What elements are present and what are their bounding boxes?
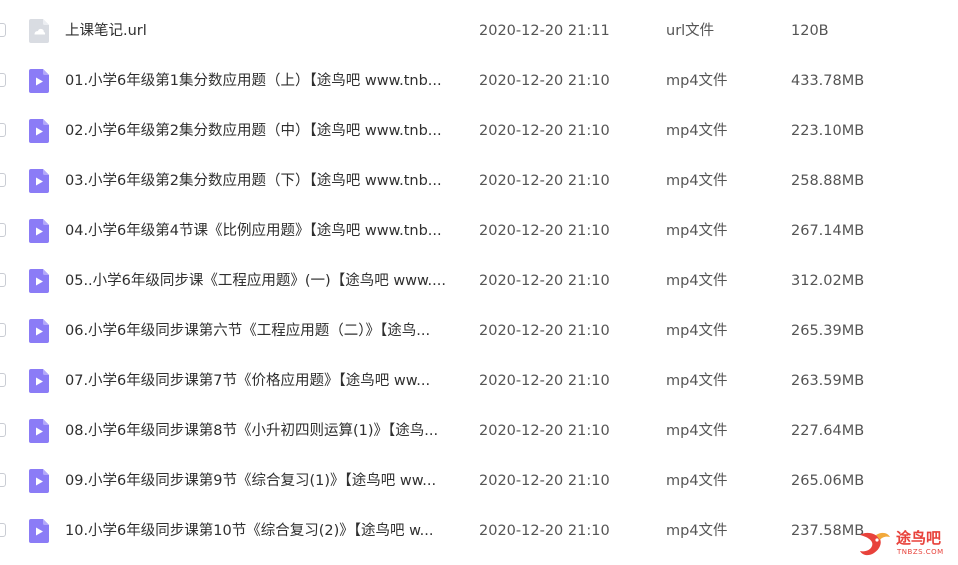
file-size: 258.88MB xyxy=(791,173,865,189)
file-row[interactable]: 01.小学6年级第1集分数应用题（上）【途鸟吧 www.tnb... 2020-1… xyxy=(0,56,958,106)
video-file-icon xyxy=(29,119,49,143)
file-name[interactable]: 08.小学6年级同步课第8节《小升初四则运算(1)》【途鸟... xyxy=(65,421,465,441)
file-row[interactable]: 08.小学6年级同步课第8节《小升初四则运算(1)》【途鸟... 2020-12-… xyxy=(0,406,958,456)
file-name[interactable]: 01.小学6年级第1集分数应用题（上）【途鸟吧 www.tnb... xyxy=(65,71,465,91)
file-modified-date: 2020-12-20 21:10 xyxy=(479,73,610,89)
file-name[interactable]: 上课笔记.url xyxy=(65,21,465,41)
file-modified-date: 2020-12-20 21:10 xyxy=(479,523,610,539)
file-type: mp4文件 xyxy=(666,473,728,489)
video-file-icon xyxy=(29,219,49,243)
file-size: 265.39MB xyxy=(791,323,865,339)
file-type: mp4文件 xyxy=(666,273,728,289)
row-checkbox[interactable] xyxy=(0,173,6,187)
file-row[interactable]: 06.小学6年级同步课第六节《工程应用题（二）》【途鸟... 2020-12-20… xyxy=(0,306,958,356)
file-size: 267.14MB xyxy=(791,223,865,239)
row-checkbox[interactable] xyxy=(0,223,6,237)
file-name[interactable]: 07.小学6年级同步课第7节《价格应用题》【途鸟吧 ww... xyxy=(65,371,465,391)
file-modified-date: 2020-12-20 21:10 xyxy=(479,473,610,489)
file-name[interactable]: 05..小学6年级同步课《工程应用题》(一)【途鸟吧 www.... xyxy=(65,271,465,291)
file-type: url文件 xyxy=(666,23,715,39)
file-name[interactable]: 10.小学6年级同步课第10节《综合复习(2)》【途鸟吧 w... xyxy=(65,521,465,541)
file-row[interactable]: 03.小学6年级第2集分数应用题（下）【途鸟吧 www.tnb... 2020-1… xyxy=(0,156,958,206)
video-file-icon xyxy=(29,169,49,193)
file-row[interactable]: 10.小学6年级同步课第10节《综合复习(2)》【途鸟吧 w... 2020-12… xyxy=(0,506,958,556)
file-type: mp4文件 xyxy=(666,123,728,139)
video-file-icon xyxy=(29,519,49,543)
row-checkbox[interactable] xyxy=(0,123,6,137)
file-size: 237.58MB xyxy=(791,523,865,539)
row-checkbox[interactable] xyxy=(0,323,6,337)
file-size: 120B xyxy=(791,23,829,39)
file-size: 265.06MB xyxy=(791,473,865,489)
file-row[interactable]: 上课笔记.url 2020-12-20 21:11 url文件 120B xyxy=(0,6,958,56)
file-type: mp4文件 xyxy=(666,173,728,189)
file-row[interactable]: 07.小学6年级同步课第7节《价格应用题》【途鸟吧 ww... 2020-12-2… xyxy=(0,356,958,406)
file-type: mp4文件 xyxy=(666,73,728,89)
file-modified-date: 2020-12-20 21:10 xyxy=(479,423,610,439)
file-modified-date: 2020-12-20 21:11 xyxy=(479,23,610,39)
video-file-icon xyxy=(29,469,49,493)
file-name[interactable]: 06.小学6年级同步课第六节《工程应用题（二）》【途鸟... xyxy=(65,321,465,341)
file-name[interactable]: 04.小学6年级第4节课《比例应用题》【途鸟吧 www.tnb... xyxy=(65,221,465,241)
file-size: 227.64MB xyxy=(791,423,865,439)
video-file-icon xyxy=(29,69,49,93)
file-modified-date: 2020-12-20 21:10 xyxy=(479,323,610,339)
file-type: mp4文件 xyxy=(666,423,728,439)
row-checkbox[interactable] xyxy=(0,73,6,87)
file-type: mp4文件 xyxy=(666,323,728,339)
row-checkbox[interactable] xyxy=(0,23,6,37)
file-name[interactable]: 03.小学6年级第2集分数应用题（下）【途鸟吧 www.tnb... xyxy=(65,171,465,191)
video-file-icon xyxy=(29,419,49,443)
file-modified-date: 2020-12-20 21:10 xyxy=(479,123,610,139)
file-type: mp4文件 xyxy=(666,373,728,389)
row-checkbox[interactable] xyxy=(0,273,6,287)
row-checkbox[interactable] xyxy=(0,473,6,487)
video-file-icon xyxy=(29,369,49,393)
file-size: 263.59MB xyxy=(791,373,865,389)
file-modified-date: 2020-12-20 21:10 xyxy=(479,223,610,239)
file-type: mp4文件 xyxy=(666,523,728,539)
file-row[interactable]: 02.小学6年级第2集分数应用题（中）【途鸟吧 www.tnb... 2020-1… xyxy=(0,106,958,156)
file-modified-date: 2020-12-20 21:10 xyxy=(479,373,610,389)
file-modified-date: 2020-12-20 21:10 xyxy=(479,273,610,289)
file-modified-date: 2020-12-20 21:10 xyxy=(479,173,610,189)
video-file-icon xyxy=(29,269,49,293)
video-file-icon xyxy=(29,319,49,343)
file-row[interactable]: 05..小学6年级同步课《工程应用题》(一)【途鸟吧 www.... 2020-1… xyxy=(0,256,958,306)
row-checkbox[interactable] xyxy=(0,423,6,437)
row-checkbox[interactable] xyxy=(0,523,6,537)
file-size: 312.02MB xyxy=(791,273,865,289)
link-file-icon xyxy=(29,19,49,43)
file-type: mp4文件 xyxy=(666,223,728,239)
file-row[interactable]: 09.小学6年级同步课第9节《综合复习(1)》【途鸟吧 ww... 2020-12… xyxy=(0,456,958,506)
file-name[interactable]: 09.小学6年级同步课第9节《综合复习(1)》【途鸟吧 ww... xyxy=(65,471,465,491)
file-size: 223.10MB xyxy=(791,123,865,139)
file-name[interactable]: 02.小学6年级第2集分数应用题（中）【途鸟吧 www.tnb... xyxy=(65,121,465,141)
row-checkbox[interactable] xyxy=(0,373,6,387)
file-list: 上课笔记.url 2020-12-20 21:11 url文件 120B 01.小学6年… xyxy=(0,6,958,556)
file-row[interactable]: 04.小学6年级第4节课《比例应用题》【途鸟吧 www.tnb... 2020-1… xyxy=(0,206,958,256)
file-size: 433.78MB xyxy=(791,73,865,89)
